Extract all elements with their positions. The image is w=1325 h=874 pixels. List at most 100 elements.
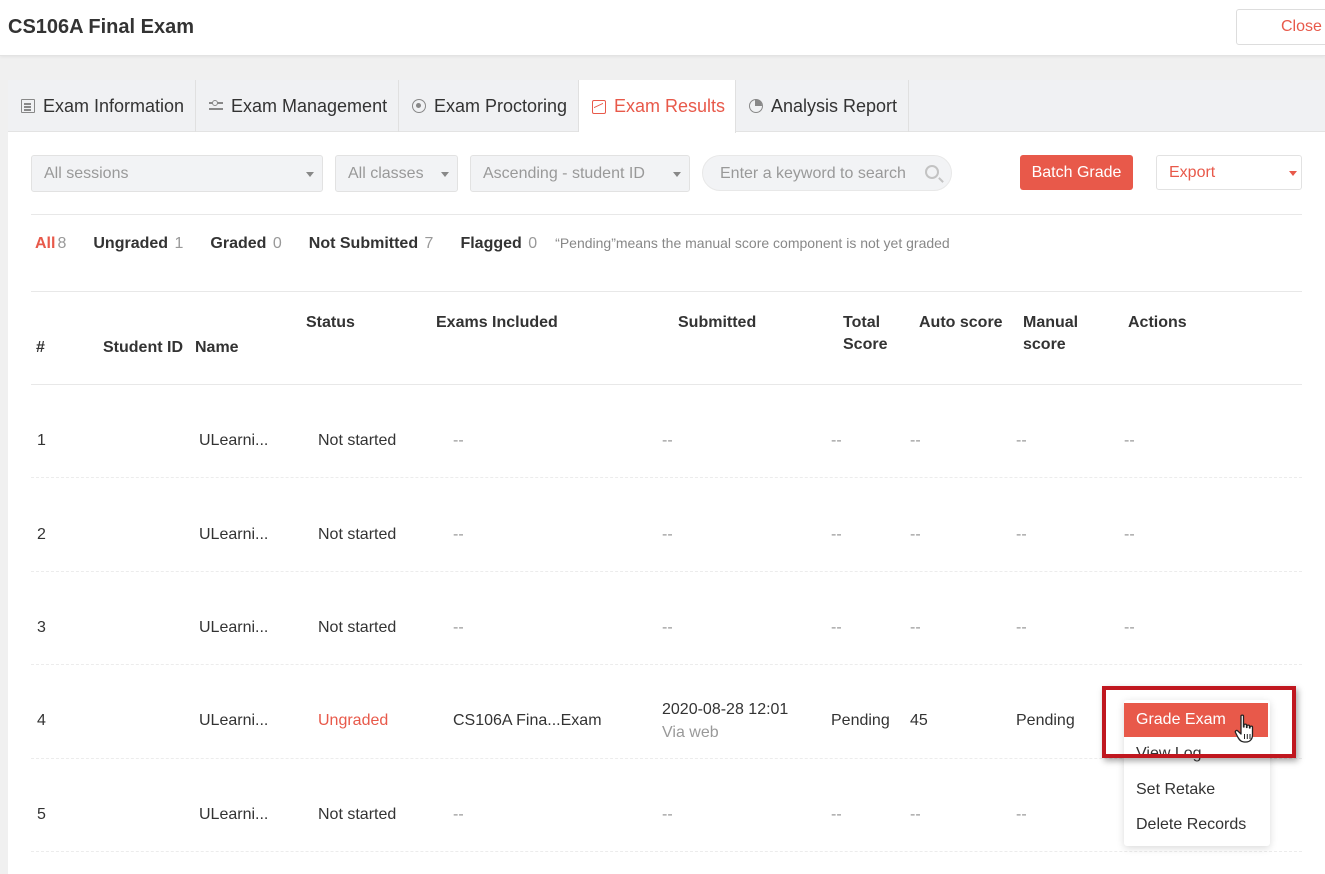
row-index: 1 (37, 432, 46, 449)
submitted-time: -- (662, 806, 673, 823)
tab-label: Exam Proctoring (434, 95, 568, 116)
student-name: ULearni... (199, 806, 269, 823)
chevron-down-icon (306, 172, 314, 177)
auto-score: -- (910, 806, 921, 823)
chevron-down-icon (673, 172, 681, 177)
row-divider (31, 571, 1302, 572)
submitted-time: -- (662, 619, 673, 636)
auto-score: -- (910, 526, 921, 543)
highlight-box (1102, 686, 1296, 758)
manual-score: -- (1016, 526, 1027, 543)
sort-select[interactable]: Ascending - student ID (470, 155, 690, 192)
hand-cursor-icon (1234, 714, 1254, 743)
status-text: Not started (318, 526, 397, 543)
row-actions: -- (1124, 619, 1135, 636)
title-bar: CS106A Final Exam Close (0, 0, 1325, 56)
status-text: Not started (318, 432, 397, 449)
filter-ungraded[interactable]: Ungraded 1 (93, 235, 183, 253)
status-filters: All 8 Ungraded 1 Graded 0 Not Submitted 7… (35, 235, 950, 255)
delete-records-menu-item[interactable]: Delete Records (1124, 808, 1270, 842)
column-header-auto-score: Auto score (919, 314, 1003, 331)
search-icon[interactable] (925, 165, 939, 179)
tab-exam-results[interactable]: Exam Results (579, 80, 736, 133)
exams-included: CS106A Fina...Exam (453, 712, 602, 729)
sessions-select[interactable]: All sessions (31, 155, 323, 192)
status-text: Not started (318, 619, 397, 636)
status-text: Ungraded (318, 712, 389, 729)
row-actions: -- (1124, 432, 1135, 449)
chevron-down-icon (1289, 171, 1297, 176)
export-label: Export (1169, 164, 1216, 181)
total-score: -- (831, 432, 842, 449)
filter-all[interactable]: All 8 (35, 235, 66, 253)
total-score: -- (831, 619, 842, 636)
total-score: -- (831, 526, 842, 543)
tab-exam-management[interactable]: Exam Management (196, 80, 399, 132)
tab-exam-proctoring[interactable]: Exam Proctoring (399, 80, 579, 132)
document-icon (21, 99, 35, 113)
divider (31, 384, 1302, 385)
auto-score: -- (910, 432, 921, 449)
export-select[interactable]: Export (1156, 155, 1302, 190)
row-index: 2 (37, 526, 46, 543)
close-button[interactable]: Close (1236, 9, 1325, 45)
submitted-time: 2020-08-28 12:01 Via web (662, 701, 789, 741)
submitted-time: -- (662, 432, 673, 449)
pie-chart-icon (749, 99, 763, 113)
row-actions: -- (1124, 526, 1135, 543)
classes-select[interactable]: All classes (335, 155, 458, 192)
row-divider (31, 477, 1302, 478)
tab-label: Exam Information (43, 95, 185, 116)
exams-included: -- (453, 619, 464, 636)
tab-label: Exam Results (614, 96, 726, 116)
manual-score: Pending (1016, 712, 1075, 729)
search-input[interactable] (720, 163, 920, 185)
exams-included: -- (453, 806, 464, 823)
classes-select-value: All classes (348, 165, 424, 182)
chart-icon (592, 99, 606, 114)
column-header-submitted: Submitted (678, 314, 757, 331)
row-index: 4 (37, 712, 46, 729)
column-header-exams-included: Exams Included (436, 314, 558, 331)
student-name: ULearni... (199, 619, 269, 636)
total-score: -- (831, 806, 842, 823)
column-header-status: Status (306, 314, 355, 331)
student-name: ULearni... (199, 432, 269, 449)
exams-included: -- (453, 432, 464, 449)
student-name: ULearni... (199, 526, 269, 543)
column-header-total-score: Total Score (843, 314, 888, 353)
auto-score: 45 (910, 712, 928, 729)
tab-exam-information[interactable]: Exam Information (8, 80, 196, 132)
page-title: CS106A Final Exam (8, 16, 195, 38)
tab-label: Analysis Report (771, 95, 898, 116)
sliders-icon (209, 99, 223, 113)
exams-included: -- (453, 526, 464, 543)
column-header-name: Name (195, 339, 239, 356)
divider (31, 291, 1302, 292)
manual-score: -- (1016, 432, 1027, 449)
row-index: 3 (37, 619, 46, 636)
set-retake-menu-item[interactable]: Set Retake (1124, 773, 1270, 807)
filter-flagged[interactable]: Flagged 0 (460, 235, 537, 253)
proctor-icon (412, 99, 426, 113)
chevron-down-icon (441, 172, 449, 177)
total-score: Pending (831, 712, 890, 729)
manual-score: -- (1016, 619, 1027, 636)
column-header-index: # (36, 339, 45, 356)
filter-not-submitted[interactable]: Not Submitted 7 (309, 235, 434, 253)
sort-select-value: Ascending - student ID (483, 165, 645, 182)
batch-grade-button[interactable]: Batch Grade (1020, 155, 1133, 190)
filter-graded[interactable]: Graded 0 (210, 235, 281, 253)
pending-note: “Pending”means the manual score componen… (555, 235, 950, 251)
tab-analysis-report[interactable]: Analysis Report (736, 80, 909, 132)
divider (31, 214, 1302, 215)
submitted-time: -- (662, 526, 673, 543)
submitted-via: Via web (662, 724, 719, 741)
student-name: ULearni... (199, 712, 269, 729)
tab-label: Exam Management (231, 95, 388, 116)
row-divider (31, 664, 1302, 665)
auto-score: -- (910, 619, 921, 636)
row-divider (31, 851, 1302, 852)
column-header-actions: Actions (1128, 314, 1187, 331)
sessions-select-value: All sessions (44, 165, 129, 182)
